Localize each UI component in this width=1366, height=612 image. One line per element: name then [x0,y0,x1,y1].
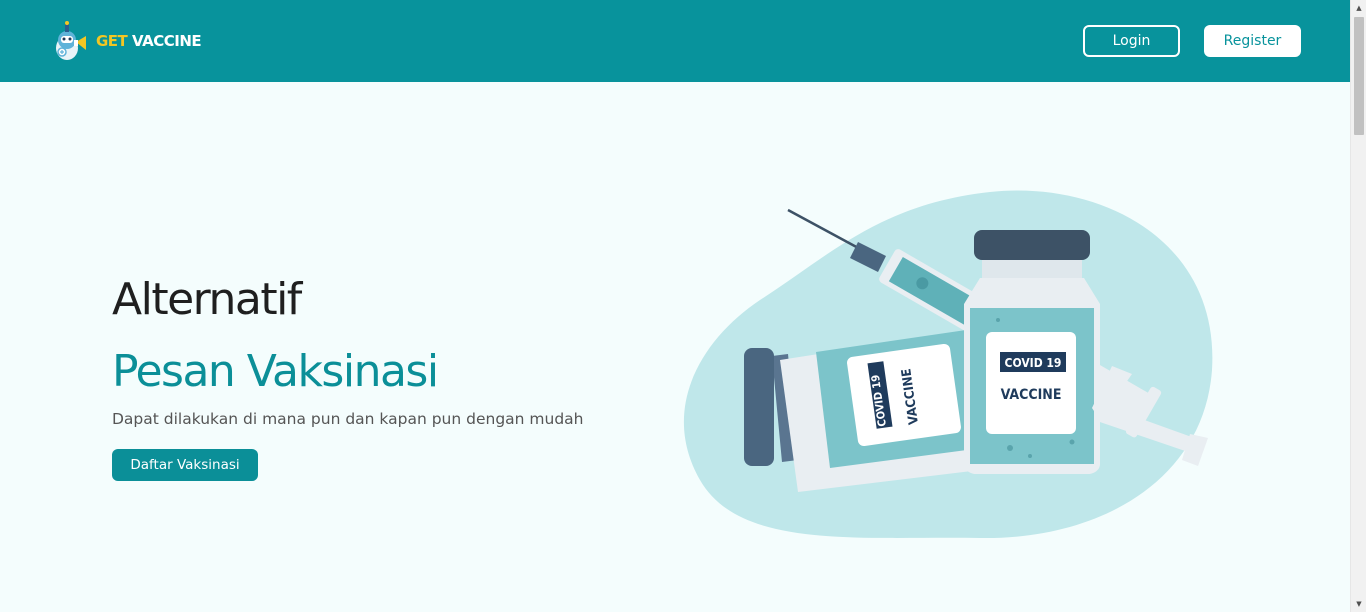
right-vial-vaccine-label: VACCINE [1001,387,1062,403]
register-button[interactable]: Register [1204,25,1301,57]
scrollbar-thumb[interactable] [1354,17,1364,135]
mascot-icon [56,21,86,60]
right-vial: COVID 19 VACCINE [964,230,1100,474]
login-button[interactable]: Login [1083,25,1180,57]
vertical-scrollbar[interactable]: ▲ ▼ [1350,0,1366,612]
scroll-up-icon[interactable]: ▲ [1351,0,1366,16]
syringe-needle [787,208,863,252]
right-vial-covid-label: COVID 19 [1005,356,1062,370]
hero-subtitle: Pesan Vaksinasi [112,346,439,397]
scroll-down-icon[interactable]: ▼ [1351,596,1366,612]
brand-logo[interactable]: GET VACCINE [50,18,202,64]
logo-vaccine-text: VACCINE [132,32,202,50]
register-vaccination-button[interactable]: Daftar Vaksinasi [112,449,258,481]
logo-wordmark: GET VACCINE [96,32,202,50]
navbar: GET VACCINE Login Register [0,0,1350,82]
vaccine-illustration: COVID 19 VACCINE COVID 19 VACCINE [683,190,1213,539]
hero-title: Alternatif [112,274,302,325]
hero-description: Dapat dilakukan di mana pun dan kapan pu… [112,410,584,428]
logo-get-text: GET [96,32,128,50]
